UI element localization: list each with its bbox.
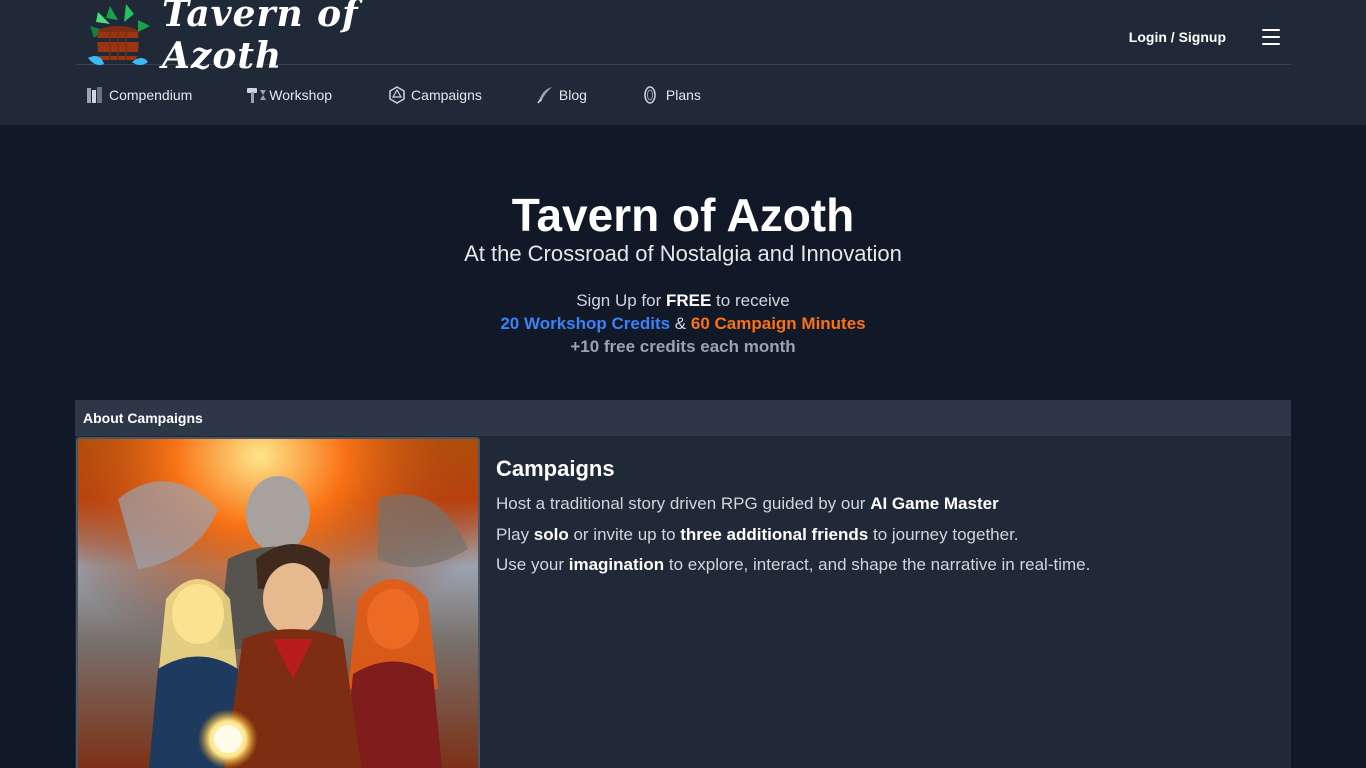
- signup-prefix: Sign Up for: [576, 291, 666, 310]
- credits-offer: 20 Workshop Credits & 60 Campaign Minute…: [0, 312, 1366, 335]
- main-nav: Compendium Workshop Campaigns Blog Plans: [86, 84, 701, 106]
- about-line-friends-e: to journey together.: [868, 524, 1019, 544]
- about-text: Campaigns Host a traditional story drive…: [496, 455, 1256, 581]
- nav-compendium[interactable]: Compendium: [86, 86, 192, 104]
- about-header: About Campaigns: [75, 400, 1291, 436]
- nav-campaigns-label: Campaigns: [411, 87, 482, 103]
- about-line-ai-text: Host a traditional story driven RPG guid…: [496, 494, 871, 513]
- about-solo: solo: [533, 524, 569, 544]
- login-signup-link[interactable]: Login / Signup: [1129, 29, 1226, 45]
- barrel-logo-icon: [80, 0, 154, 70]
- nav-compendium-label: Compendium: [109, 87, 193, 103]
- about-line-imagination-c: to explore, interact, and shape the narr…: [664, 555, 1091, 574]
- quill-icon: [536, 86, 554, 104]
- hero-subtitle: At the Crossroad of Nostalgia and Innova…: [464, 241, 902, 266]
- nav-workshop-label: Workshop: [269, 87, 333, 103]
- about-line-ai: Host a traditional story driven RPG guid…: [496, 489, 1256, 520]
- nav-plans[interactable]: Plans: [643, 86, 701, 104]
- d20-icon: [388, 86, 406, 104]
- logo-text: Tavern of Azoth: [162, 0, 359, 77]
- campaign-party-image: [76, 437, 480, 768]
- top-bar: Tavern of Azoth Login / Signup: [76, 0, 1291, 77]
- nav-blog[interactable]: Blog: [536, 86, 587, 104]
- about-line-friends-a: Play: [496, 524, 534, 544]
- about-line-imagination-a: Use your: [496, 555, 569, 574]
- coin-icon: [643, 86, 661, 104]
- hammer-icon: [246, 86, 267, 104]
- about-imagination: imagination: [568, 555, 665, 574]
- nav-campaigns[interactable]: Campaigns: [388, 86, 482, 104]
- about-line-friends: Play solo or invite up to three addition…: [496, 520, 1256, 551]
- about-three-friends: three additional friends: [680, 524, 869, 544]
- hamburger-menu-icon[interactable]: [1262, 29, 1280, 45]
- nav-workshop[interactable]: Workshop: [246, 86, 332, 104]
- books-icon: [86, 86, 104, 104]
- about-ai-game-master: AI Game Master: [870, 494, 999, 513]
- nav-blog-label: Blog: [558, 87, 587, 103]
- about-line-imagination: Use your imagination to explore, interac…: [496, 550, 1256, 581]
- signup-suffix: to receive: [711, 291, 790, 310]
- signup-offer: Sign Up for FREE to receive: [0, 290, 1366, 312]
- about-line-friends-c: or invite up to: [568, 524, 681, 544]
- signup-free: FREE: [665, 291, 712, 310]
- hero-title: Tavern of Azoth: [511, 189, 855, 241]
- about-title: Campaigns: [496, 456, 615, 481]
- nav-plans-label: Plans: [665, 87, 701, 103]
- site-header: Tavern of Azoth Login / Signup Compendiu…: [0, 0, 1366, 125]
- campaign-minutes: 60 Campaign Minutes: [690, 314, 866, 333]
- credits-amp: &: [670, 314, 691, 333]
- site-logo[interactable]: Tavern of Azoth: [80, 0, 450, 77]
- workshop-credits: 20 Workshop Credits: [500, 314, 671, 333]
- hero-section: Tavern of Azoth At the Crossroad of Nost…: [0, 190, 1366, 358]
- about-campaigns-section: About Campaigns Campaigns Host a traditi…: [75, 400, 1291, 768]
- monthly-credits: +10 free credits each month: [570, 337, 796, 356]
